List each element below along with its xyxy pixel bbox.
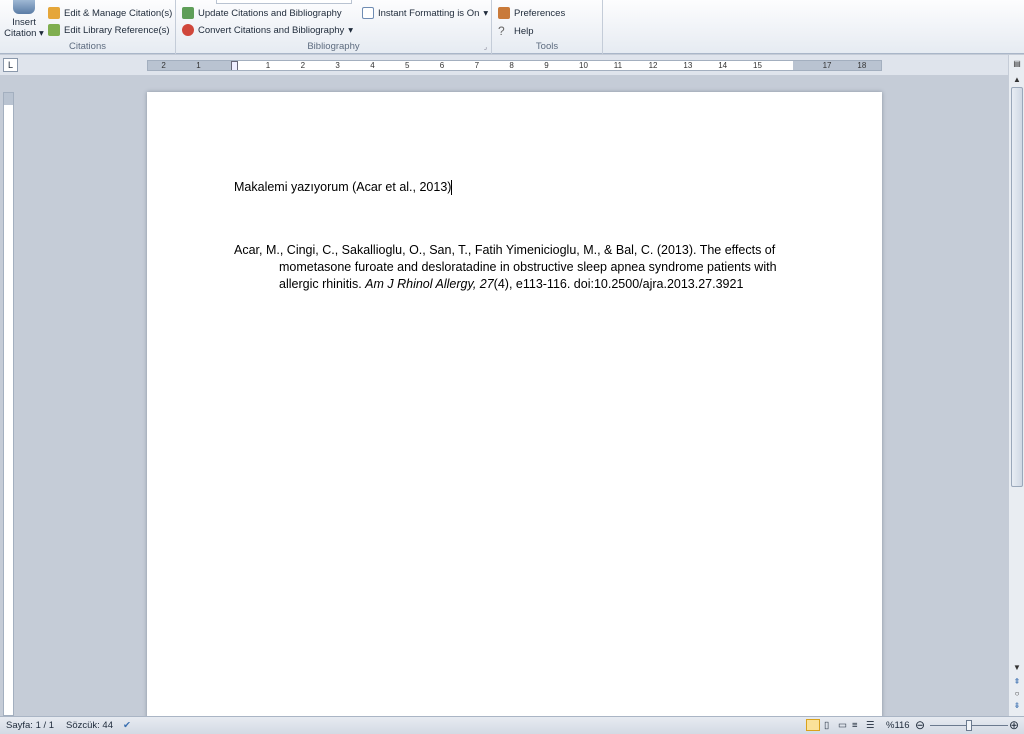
ruler-tick-label: 9 [544,61,549,70]
insert-citation-icon [13,0,35,14]
ruler-tick-label: 11 [613,61,623,70]
bibliography-group: Update Citations and Bibliography Conver… [176,0,492,54]
vertical-ruler[interactable] [3,92,14,716]
bibliography-entry-line1[interactable]: Acar, M., Cingi, C., Sakallioglu, O., Sa… [234,242,775,259]
ruler-tick-label: 13 [683,61,693,70]
instant-formatting-button[interactable]: Instant Formatting is On ▾ [362,7,488,19]
ruler-tick-label: 17 [822,61,832,70]
ruler-tick-label: 2 [300,61,306,70]
bibliography-entry-line2[interactable]: mometasone furoate and desloratadine in … [279,259,777,276]
update-icon [182,7,194,19]
print-layout-view-icon[interactable] [806,719,820,731]
help-button[interactable]: ? Help [498,24,534,38]
next-page-button[interactable]: ⇟ [1011,701,1023,713]
ruler-tick-label: 12 [648,61,658,70]
vertical-scrollbar[interactable]: ▤ ▲ ▼ ⇞ ○ ⇟ [1008,55,1024,716]
ruler-tick-label: 1 [196,61,201,70]
edit-library-icon [48,24,60,36]
ruler-tick-label: 3 [335,61,340,70]
web-layout-view-icon[interactable]: ▭ [838,720,847,731]
convert-icon [182,24,194,36]
tab-selector[interactable]: L [3,58,18,72]
zoom-in-button[interactable]: ⊕ [1009,718,1019,732]
citations-group: Insert Citation ▾ Edit & Manage Citation… [0,0,176,54]
ruler-tick-label: 6 [439,61,445,70]
edit-manage-citations-button[interactable]: Edit & Manage Citation(s) [48,7,172,19]
update-citations-button[interactable]: Update Citations and Bibliography [182,7,342,19]
browse-object-button[interactable]: ○ [1011,689,1023,701]
ruler-tick-label: 10 [579,61,588,70]
ruler-tick-label: 15 [753,61,762,70]
preferences-icon [498,7,510,19]
scroll-up-button[interactable]: ▲ [1011,75,1023,87]
page-count[interactable]: Sayfa: 1 / 1 [6,720,54,731]
ruler-tick-label: 18 [857,61,867,70]
ruler-tick-label: 5 [405,61,410,70]
text-cursor [451,180,453,196]
zoom-slider-handle[interactable] [966,720,972,731]
ribbon: Insert Citation ▾ Edit & Manage Citation… [0,0,1024,54]
edit-library-reference-button[interactable]: Edit Library Reference(s) [48,24,170,36]
tools-group: Preferences ? Help Tools [492,0,603,54]
help-icon: ? [498,24,505,38]
convert-citations-button[interactable]: Convert Citations and Bibliography ▾ [182,24,353,36]
zoom-out-button[interactable]: ⊖ [915,718,925,732]
ruler-tick-label: 1 [265,61,271,70]
word-count[interactable]: Sözcük: 44 [66,720,113,731]
ruler-tick-label: 2 [161,61,166,70]
ruler-tick-label: 7 [474,61,480,70]
draft-view-icon[interactable]: ☰ [866,720,875,731]
ruler-tick-label: 4 [370,61,375,70]
insert-citation-button[interactable]: Insert Citation ▾ [3,0,45,40]
previous-page-button[interactable]: ⇞ [1011,677,1023,689]
bibliography-entry-line3[interactable]: allergic rhinitis. Am J Rhinol Allergy, … [279,276,743,293]
outline-view-icon[interactable]: ≡ [852,720,858,731]
scroll-thumb[interactable] [1011,87,1023,487]
scroll-down-button[interactable]: ▼ [1011,663,1023,675]
ruler-tick-label: 8 [509,61,514,70]
preferences-button[interactable]: Preferences [498,7,565,19]
ruler-toggle-icon[interactable]: ▤ [1011,59,1023,71]
document-page[interactable]: Makalemi yazıyorum (Acar et al., 2013) A… [147,92,882,732]
chevron-down-icon: ▾ [483,7,489,19]
ruler-bar: L 2 1 1 2 3 4 5 6 7 8 9 10 11 12 13 14 15 17 18 [0,55,1024,75]
proofing-icon[interactable]: ✔ [123,720,131,731]
full-screen-view-icon[interactable]: ▯ [824,720,829,731]
indent-marker[interactable] [231,61,238,70]
horizontal-ruler[interactable]: 2 1 1 2 3 4 5 6 7 8 9 10 11 12 13 14 15 17 18 [147,60,882,71]
status-bar: Sayfa: 1 / 1 Sözcük: 44 ✔ ▯ ▭ ≡ ☰ %116 ⊖… [0,716,1024,734]
formatting-icon [362,7,374,19]
chevron-down-icon: ▾ [348,24,354,36]
zoom-level[interactable]: %116 [886,720,910,731]
body-paragraph[interactable]: Makalemi yazıyorum (Acar et al., 2013) [234,179,453,196]
edit-icon [48,7,60,19]
style-dropdown[interactable] [216,0,352,4]
ruler-tick-label: 14 [718,61,728,70]
